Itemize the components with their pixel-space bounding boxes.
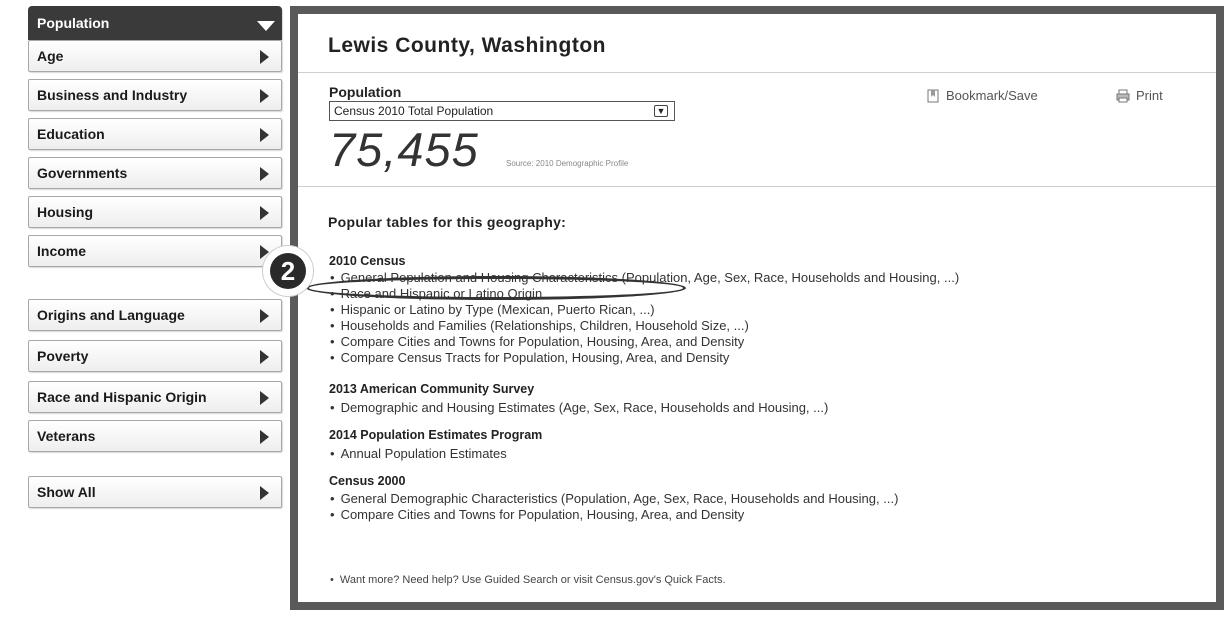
divider	[298, 186, 1216, 187]
main-panel: Lewis County, Washington Population Cens…	[290, 6, 1224, 610]
link-label: Annual Population Estimates	[340, 446, 507, 461]
chevron-down-icon	[257, 21, 275, 31]
chevron-right-icon	[260, 309, 269, 323]
sidebar-item-label: Education	[37, 126, 105, 142]
bookmark-save-button[interactable]: Bookmark/Save	[926, 88, 1038, 103]
sidebar-header-label: Population	[37, 15, 110, 31]
link-compare-cities[interactable]: Compare Cities and Towns for Population,…	[330, 334, 745, 349]
sidebar-item-label: Origins and Language	[37, 307, 185, 323]
link-label: Hispanic or Latino by Type (Mexican, Pue…	[340, 302, 655, 317]
step-number-badge: 2	[270, 253, 306, 289]
section-title-pep: 2014 Population Estimates Program	[329, 428, 543, 442]
section-title-2010-census: 2010 Census	[329, 254, 406, 268]
sidebar-item-label: Veterans	[37, 428, 96, 444]
chevron-right-icon	[260, 391, 269, 405]
divider	[298, 72, 1216, 73]
link-compare-cities-2000[interactable]: Compare Cities and Towns for Population,…	[330, 507, 745, 522]
section-title-acs: 2013 American Community Survey	[329, 382, 535, 396]
sidebar-header-population[interactable]: Population	[28, 6, 282, 40]
help-note-label: Want more? Need help? Use Guided Search …	[339, 574, 726, 586]
population-label: Population	[329, 84, 402, 100]
sidebar-item-label: Income	[37, 243, 87, 259]
sidebar-item-label: Governments	[37, 165, 128, 181]
link-annual-population-estimates[interactable]: Annual Population Estimates	[330, 446, 507, 461]
link-hispanic-by-type[interactable]: Hispanic or Latino by Type (Mexican, Pue…	[330, 302, 655, 317]
chevron-right-icon	[260, 128, 269, 142]
link-label: Compare Cities and Towns for Population,…	[340, 507, 745, 522]
population-select[interactable]: Census 2010 Total Population ▼	[329, 101, 675, 121]
chevron-right-icon	[260, 89, 269, 103]
chevron-right-icon	[260, 167, 269, 181]
sidebar-item-show-all[interactable]: Show All	[28, 476, 282, 508]
sidebar-item-label: Show All	[37, 484, 96, 500]
highlight-oval	[306, 276, 686, 300]
sidebar-item-origins[interactable]: Origins and Language	[28, 299, 282, 331]
link-compare-tracts[interactable]: Compare Census Tracts for Population, Ho…	[330, 350, 730, 365]
chevron-right-icon	[260, 486, 269, 500]
sidebar-item-age[interactable]: Age	[28, 40, 282, 72]
sidebar-item-label: Age	[37, 48, 64, 64]
sidebar-item-education[interactable]: Education	[28, 118, 282, 150]
chevron-right-icon	[260, 50, 269, 64]
chevron-right-icon	[260, 430, 269, 444]
link-label: Compare Cities and Towns for Population,…	[340, 334, 745, 349]
link-label: Compare Census Tracts for Population, Ho…	[340, 350, 730, 365]
step-callout: 2	[263, 246, 313, 296]
link-general-demographic[interactable]: General Demographic Characteristics (Pop…	[330, 491, 899, 506]
chevron-right-icon	[260, 350, 269, 364]
print-label: Print	[1136, 88, 1163, 103]
sidebar-item-label: Poverty	[37, 348, 89, 364]
sidebar-item-label: Business and Industry	[37, 87, 188, 103]
bookmark-label: Bookmark/Save	[946, 88, 1038, 103]
print-button[interactable]: Print	[1116, 88, 1163, 103]
help-note[interactable]: Want more? Need help? Use Guided Search …	[330, 574, 726, 586]
sidebar-item-housing[interactable]: Housing	[28, 196, 282, 228]
sidebar-item-poverty[interactable]: Poverty	[28, 340, 282, 372]
popular-tables-heading: Popular tables for this geography:	[328, 214, 567, 230]
link-demographic-housing-estimates[interactable]: Demographic and Housing Estimates (Age, …	[330, 400, 829, 415]
link-label: Demographic and Housing Estimates (Age, …	[340, 400, 829, 415]
sidebar-item-business[interactable]: Business and Industry	[28, 79, 282, 111]
chevron-right-icon	[260, 206, 269, 220]
page-title: Lewis County, Washington	[328, 34, 606, 57]
link-label: General Demographic Characteristics (Pop…	[340, 491, 899, 506]
sidebar-item-veterans[interactable]: Veterans	[28, 420, 282, 452]
sidebar-item-label: Race and Hispanic Origin	[37, 389, 207, 405]
main-panel-content: Lewis County, Washington Population Cens…	[298, 14, 1216, 602]
sidebar-item-governments[interactable]: Governments	[28, 157, 282, 189]
section-title-census-2000: Census 2000	[329, 474, 406, 488]
population-value: 75,455	[329, 123, 479, 176]
print-icon	[1116, 89, 1130, 102]
link-label: Households and Families (Relationships, …	[340, 318, 749, 333]
sidebar-item-label: Housing	[37, 204, 93, 220]
chevron-down-icon: ▼	[654, 105, 668, 117]
sidebar-item-race[interactable]: Race and Hispanic Origin	[28, 381, 282, 413]
link-households-families[interactable]: Households and Families (Relationships, …	[330, 318, 749, 333]
bookmark-icon	[927, 89, 939, 102]
population-select-value: Census 2010 Total Population	[334, 104, 494, 118]
source-note: Source: 2010 Demographic Profile	[506, 159, 629, 168]
sidebar-item-income[interactable]: Income	[28, 235, 282, 267]
